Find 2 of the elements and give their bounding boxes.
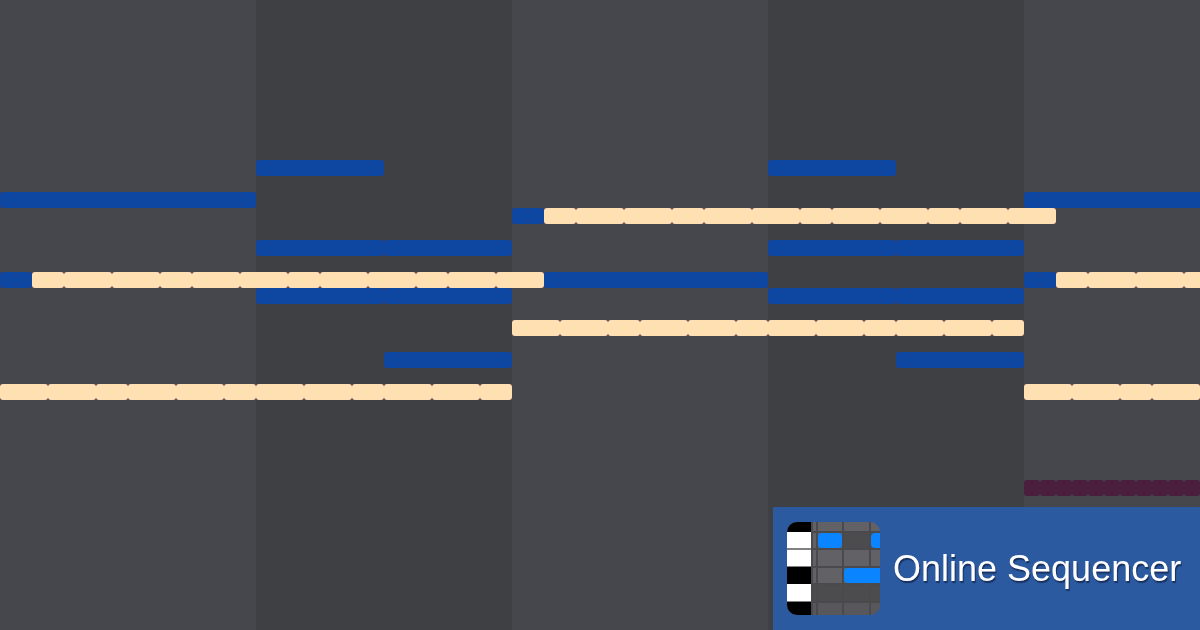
piano-roll-icon	[787, 522, 880, 615]
site-title: Online Sequencer	[893, 547, 1182, 590]
